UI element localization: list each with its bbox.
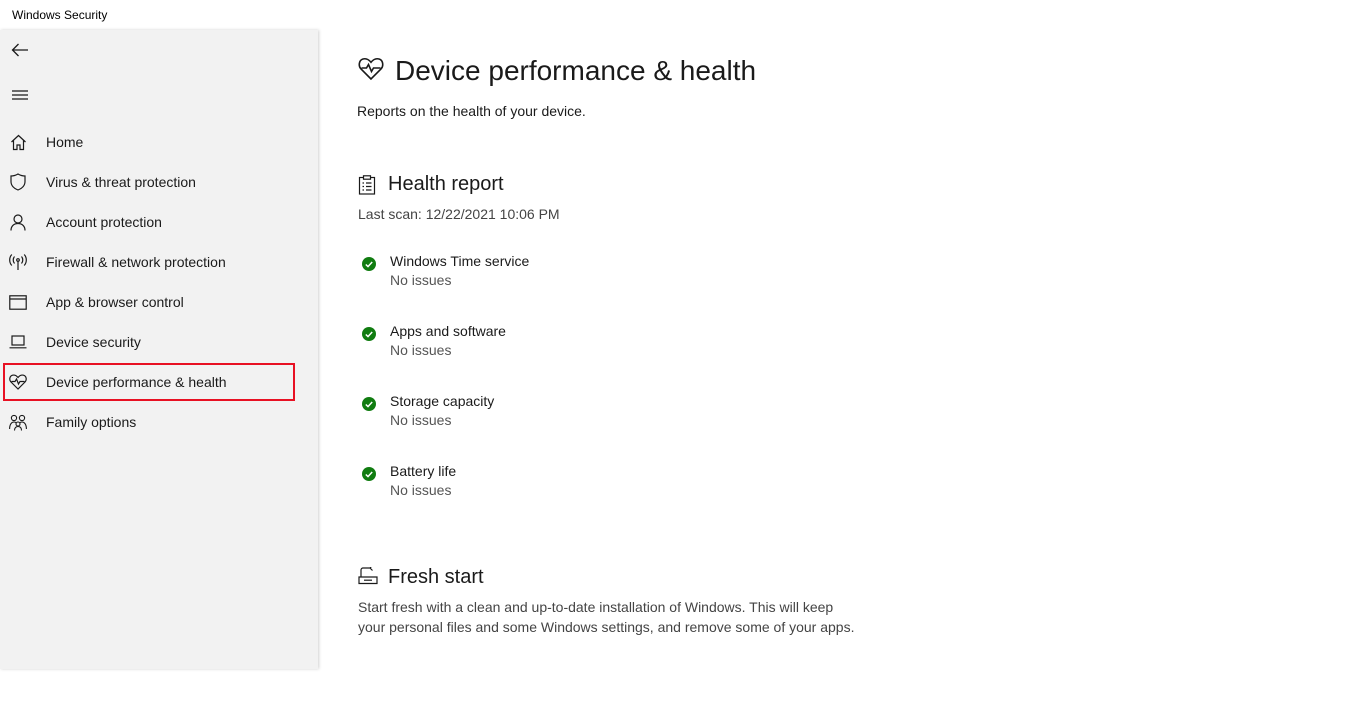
main-content: Device performance & health Reports on t… <box>318 30 1360 716</box>
fresh-start-description: Start fresh with a clean and up-to-date … <box>358 599 855 635</box>
heart-pulse-icon <box>9 373 27 391</box>
sidebar-item-label: Device security <box>46 334 141 350</box>
sidebar-item-account[interactable]: Account protection <box>3 203 295 241</box>
page-subtitle: Reports on the health of your device. <box>357 103 586 119</box>
family-icon <box>9 413 27 431</box>
health-item: Apps and software No issues <box>360 322 760 366</box>
sidebar-item-virus-threat[interactable]: Virus & threat protection <box>3 163 295 201</box>
sidebar-item-app-browser[interactable]: App & browser control <box>3 283 295 321</box>
sidebar-item-label: Firewall & network protection <box>46 254 226 270</box>
health-item-status: No issues <box>390 412 452 428</box>
health-item-name: Apps and software <box>390 323 506 339</box>
sidebar: Home Virus & threat protection Account p… <box>0 30 318 669</box>
home-icon <box>9 133 27 151</box>
checkmark-icon <box>362 467 376 481</box>
health-report-title: Health report <box>388 173 504 195</box>
sidebar-item-label: Family options <box>46 414 137 430</box>
health-item: Battery life No issues <box>360 462 760 506</box>
health-item-name: Battery life <box>390 463 457 479</box>
fresh-start-title: Fresh start <box>388 566 484 588</box>
window-title: Windows Security <box>12 8 108 22</box>
page-title: Device performance & health <box>395 55 757 86</box>
sidebar-item-label: Virus & threat protection <box>46 174 196 190</box>
sidebar-item-label: App & browser control <box>46 294 184 310</box>
health-item: Storage capacity No issues <box>360 392 760 436</box>
title-bar: Windows Security <box>0 0 1360 30</box>
fresh-start-icon <box>358 565 378 587</box>
hamburger-icon <box>12 90 28 100</box>
menu-button[interactable] <box>0 75 40 115</box>
sidebar-item-label: Home <box>46 134 84 150</box>
health-item-name: Windows Time service <box>390 253 530 269</box>
sidebar-item-device-performance[interactable]: Device performance & health <box>3 363 295 401</box>
health-item-status: No issues <box>390 342 452 358</box>
antenna-icon <box>9 253 27 271</box>
shield-icon <box>9 173 27 191</box>
clipboard-icon <box>358 175 378 195</box>
sidebar-item-device-security[interactable]: Device security <box>3 323 295 361</box>
checkmark-icon <box>362 257 376 271</box>
last-scan-text: Last scan: 12/22/2021 10:06 PM <box>358 206 560 222</box>
person-icon <box>9 213 27 231</box>
sidebar-item-label: Account protection <box>46 214 162 230</box>
health-item: Windows Time service No issues <box>360 252 760 296</box>
sidebar-item-firewall[interactable]: Firewall & network protection <box>3 243 295 281</box>
checkmark-icon <box>362 397 376 411</box>
browser-window-icon <box>9 293 27 311</box>
laptop-icon <box>9 333 27 351</box>
sidebar-item-family[interactable]: Family options <box>3 403 295 441</box>
heart-pulse-icon <box>358 57 384 83</box>
health-item-name: Storage capacity <box>390 393 495 409</box>
sidebar-item-label: Device performance & health <box>46 374 227 390</box>
checkmark-icon <box>362 327 376 341</box>
health-item-status: No issues <box>390 482 452 498</box>
health-item-status: No issues <box>390 272 452 288</box>
back-button[interactable] <box>0 30 40 70</box>
back-arrow-icon <box>11 43 28 57</box>
sidebar-item-home[interactable]: Home <box>3 123 295 161</box>
